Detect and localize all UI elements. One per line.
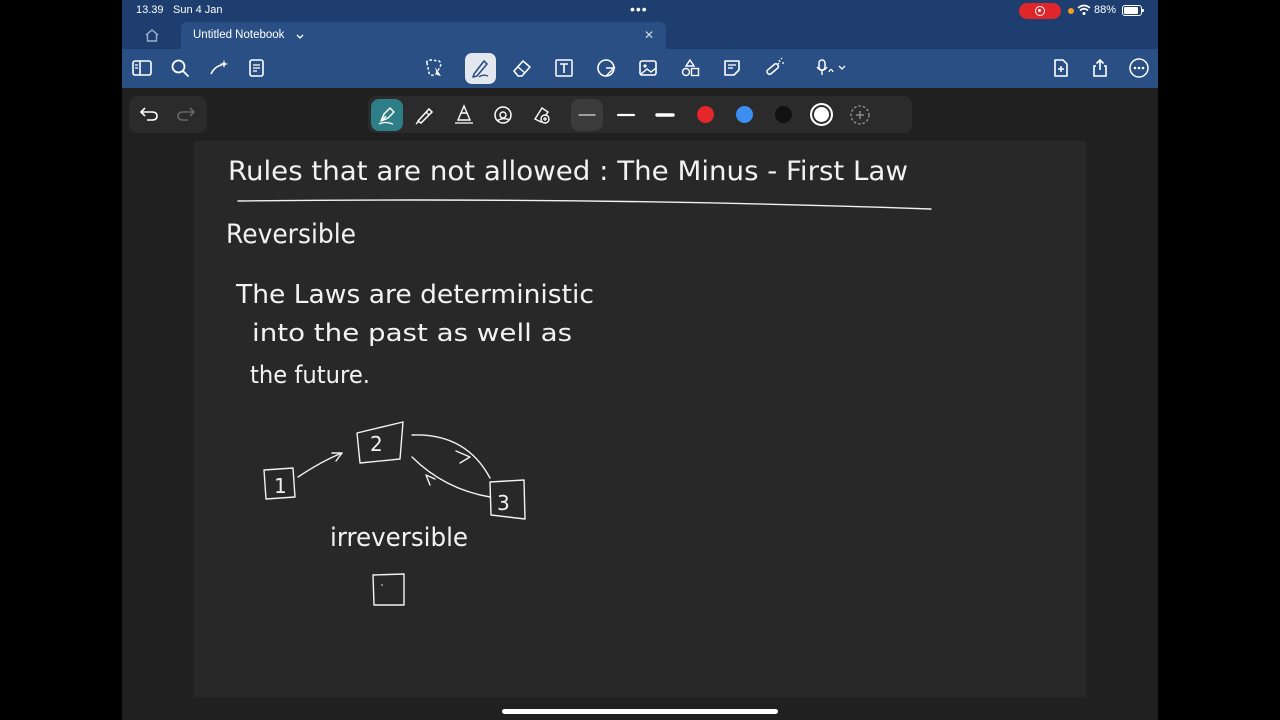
arrow-1-to-2 [297, 452, 343, 478]
notebook-page[interactable]: Rules that are not allowed : The Minus -… [194, 141, 1086, 697]
battery-percentage: 88% [1094, 4, 1117, 16]
add-color-icon[interactable] [848, 103, 872, 127]
state-box-2-label: 2 [370, 432, 383, 456]
battery-icon [1122, 5, 1144, 16]
tab-title: Untitled Notebook [193, 29, 285, 41]
ballpoint-pen-icon[interactable] [413, 103, 437, 127]
document-list-icon[interactable] [246, 57, 268, 79]
lasso-select-icon[interactable] [423, 57, 445, 79]
note-heading-reversible: Reversible [226, 219, 356, 250]
tab-bar: Untitled Notebook ✕ [122, 22, 1158, 49]
status-date: Sun 4 Jan [173, 4, 223, 16]
text-box-icon[interactable] [553, 57, 575, 79]
screen-record-indicator[interactable] [1019, 3, 1061, 19]
brush-pen-icon[interactable] [452, 103, 476, 127]
medium-line-icon[interactable] [614, 103, 638, 127]
color-swatch-black[interactable] [775, 106, 792, 123]
sparkle-wand-icon[interactable] [208, 57, 230, 79]
add-page-icon[interactable] [1050, 57, 1072, 79]
tab-untitled-notebook[interactable]: Untitled Notebook ✕ [181, 22, 666, 49]
multitasking-dots-icon[interactable]: ••• [630, 2, 648, 16]
more-icon[interactable] [1128, 57, 1150, 79]
chevron-down-icon[interactable] [296, 31, 304, 43]
thin-line-icon[interactable] [575, 103, 599, 127]
status-bar: 13.39 Sun 4 Jan ••• 88% [122, 0, 1158, 22]
state-box-3-label: 3 [497, 491, 510, 515]
state-box-1-label: 1 [274, 474, 287, 498]
note-label-irreversible: irreversible [330, 523, 468, 553]
status-time: 13.39 [136, 4, 164, 16]
fountain-pen-icon[interactable] [375, 103, 399, 127]
arrow-3-to-2-head [425, 474, 436, 486]
empty-state-box [372, 573, 405, 606]
thick-line-icon[interactable] [653, 103, 677, 127]
note-line-2: into the past as well as [252, 319, 572, 347]
note-title: Rules that are not allowed : The Minus -… [228, 156, 908, 187]
stickers-icon[interactable] [679, 57, 701, 79]
notebook-app: 13.39 Sun 4 Jan ••• 88% Untitled Noteboo… [122, 0, 1158, 720]
close-tab-icon[interactable]: ✕ [644, 28, 654, 42]
title-underline [237, 199, 932, 210]
eraser-icon[interactable] [511, 57, 533, 79]
wifi-icon [1077, 4, 1091, 19]
sidebar-icon[interactable] [131, 57, 153, 79]
shapes-icon[interactable] [595, 57, 617, 79]
color-swatch-blue[interactable] [736, 106, 753, 123]
sticky-note-icon[interactable] [721, 57, 743, 79]
home-icon[interactable] [144, 28, 160, 48]
arrow-3-to-2 [411, 456, 491, 498]
arrow-2-to-3 [411, 434, 491, 479]
microphone-icon[interactable] [815, 57, 847, 79]
undo-icon[interactable] [139, 105, 159, 128]
arrow-2-to-3-head [455, 450, 471, 464]
pen-favorites-icon[interactable] [530, 103, 554, 127]
note-line-3: the future. [250, 361, 370, 389]
redo-icon[interactable] [176, 105, 196, 128]
box-dot [381, 584, 383, 586]
undo-redo-group [129, 96, 207, 133]
share-icon[interactable] [1089, 57, 1111, 79]
pen-options-bar [368, 96, 912, 133]
pen-icon[interactable] [469, 57, 491, 79]
image-icon[interactable] [637, 57, 659, 79]
microphone-in-use-dot [1068, 8, 1074, 14]
pen-settings-icon[interactable] [491, 103, 515, 127]
color-swatch-red[interactable] [697, 106, 714, 123]
laser-pointer-icon[interactable] [763, 57, 785, 79]
record-icon [1035, 6, 1045, 16]
home-indicator[interactable] [502, 709, 778, 714]
note-line-1: The Laws are deterministic [235, 280, 594, 310]
search-icon[interactable] [169, 57, 191, 79]
main-toolbar [122, 49, 1158, 88]
color-swatch-white-selected[interactable] [810, 103, 833, 126]
